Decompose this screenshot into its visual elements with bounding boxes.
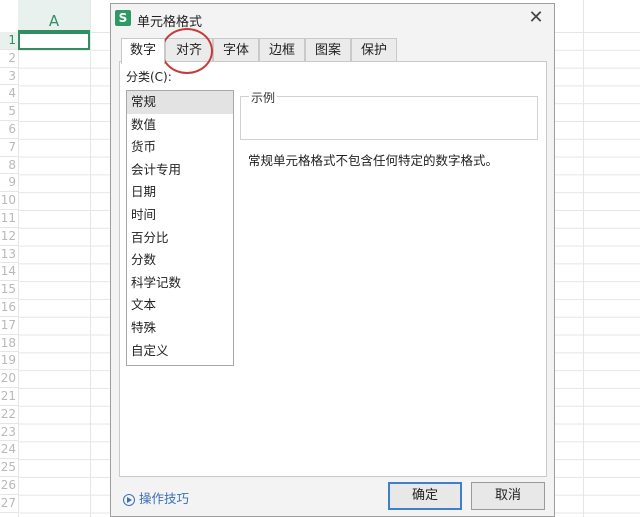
category-list[interactable]: 常规 数值 货币 会计专用 日期 时间 百分比 分数 科学记数 文本 特殊 自定义 (126, 90, 234, 366)
row-header[interactable]: 18 (0, 335, 18, 353)
row-header[interactable]: 24 (0, 441, 18, 460)
tab-protection[interactable]: 保护 (351, 38, 397, 62)
category-item[interactable]: 数值 (127, 114, 233, 137)
sample-legend: 示例 (249, 89, 278, 106)
row-header[interactable]: 3 (0, 68, 18, 86)
row-header[interactable]: 2 (0, 50, 18, 68)
tab-font[interactable]: 字体 (213, 38, 259, 62)
row-header[interactable]: 27 (0, 495, 18, 513)
row-header[interactable]: 20 (0, 370, 18, 388)
category-label: 分类(C): (126, 70, 172, 84)
row-header[interactable]: 7 (0, 139, 18, 157)
grid-column-line (583, 0, 584, 517)
category-item[interactable]: 百分比 (127, 227, 233, 250)
dialog-titlebar[interactable]: S 单元格格式 ✕ (111, 4, 554, 34)
dialog-title: 单元格格式 (137, 15, 203, 30)
tab-number[interactable]: 数字 (121, 38, 165, 64)
category-item[interactable]: 日期 (127, 181, 233, 204)
column-header-a[interactable]: A (18, 0, 90, 32)
row-header[interactable]: 9 (0, 174, 18, 193)
format-cells-dialog: S 单元格格式 ✕ 数字 对齐 字体 边框 图案 保护 分类(C): 常规 数值货… (110, 3, 555, 517)
category-item[interactable]: 文本 (127, 294, 233, 317)
row-header[interactable]: 25 (0, 459, 18, 477)
grid-column-line (18, 0, 19, 517)
active-cell-a1[interactable] (18, 32, 90, 50)
row-header[interactable]: 8 (0, 157, 18, 175)
row-header[interactable]: 26 (0, 477, 18, 495)
tips-link-label: 操作技巧 (139, 491, 190, 506)
row-header[interactable]: 15 (0, 281, 18, 299)
tips-link[interactable]: 操作技巧 (123, 488, 189, 507)
category-item[interactable]: 科学记数 (127, 272, 233, 295)
wps-app-icon: S (115, 10, 131, 26)
row-header[interactable]: 6 (0, 121, 18, 139)
cancel-button[interactable]: 取消 (471, 482, 545, 510)
row-header[interactable]: 11 (0, 210, 18, 228)
row-header[interactable]: 21 (0, 388, 18, 406)
row-headers: 1 2 3 4 5 6 7 8 9 10 11 12 13 14 15 16 17 18 19 20 21 22 23 24 2… (0, 32, 18, 513)
ok-button[interactable]: 确定 (388, 482, 462, 510)
row-header[interactable]: 23 (0, 424, 18, 442)
row-header[interactable]: 13 (0, 246, 18, 264)
format-description: 常规单元格格式不包含任何特定的数字格式。 (248, 153, 499, 168)
grid-column-line (90, 0, 91, 517)
category-item[interactable]: 货币 (127, 136, 233, 159)
tab-pattern[interactable]: 图案 (305, 38, 351, 62)
category-item[interactable]: 分数 (127, 249, 233, 272)
category-item[interactable]: 自定义 (127, 340, 233, 363)
row-header[interactable]: 22 (0, 406, 18, 424)
row-header[interactable]: 12 (0, 228, 18, 246)
close-icon[interactable]: ✕ (524, 6, 548, 30)
category-item[interactable]: 特殊 (127, 317, 233, 340)
row-header[interactable]: 4 (0, 85, 18, 104)
row-header[interactable]: 16 (0, 299, 18, 317)
row-header[interactable]: 5 (0, 103, 18, 121)
tab-alignment[interactable]: 对齐 (165, 38, 213, 62)
row-header[interactable]: 19 (0, 352, 18, 371)
category-item[interactable]: 常规 (127, 91, 233, 114)
tab-border[interactable]: 边框 (259, 38, 305, 62)
category-item[interactable]: 会计专用 (127, 159, 233, 182)
number-tab-panel: 分类(C): 常规 数值 货币 会计专用 日期 时间 百分比 分数 科学记数 文本 特殊 自定义 示例… (119, 61, 547, 477)
row-header[interactable]: 17 (0, 317, 18, 335)
row-header[interactable]: 1 (0, 32, 18, 50)
row-header[interactable]: 14 (0, 263, 18, 282)
category-item[interactable]: 时间 (127, 204, 233, 227)
row-header[interactable]: 10 (0, 192, 18, 210)
play-circle-icon (123, 493, 135, 506)
sample-box: 示例 (240, 89, 538, 140)
